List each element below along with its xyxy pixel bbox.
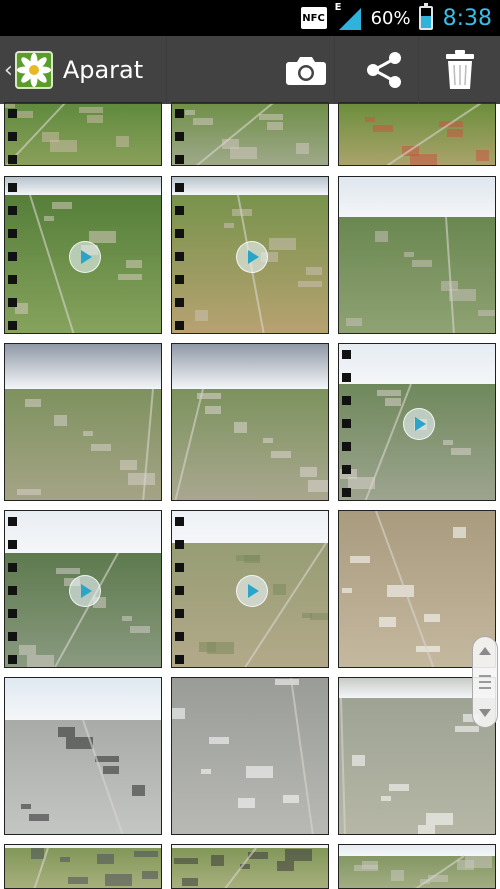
fast-scroll-handle[interactable] (472, 636, 498, 728)
photo-thumbnail[interactable] (338, 844, 496, 889)
video-thumbnail[interactable] (171, 176, 329, 334)
battery-icon (418, 3, 433, 30)
photo-thumbnail[interactable] (338, 176, 496, 334)
photo-thumbnail[interactable] (338, 102, 496, 166)
video-thumbnail[interactable] (171, 510, 329, 668)
status-bar: NFC E 60% 8:38 (0, 0, 500, 36)
video-thumbnail[interactable] (338, 343, 496, 501)
video-thumbnail[interactable] (171, 102, 329, 166)
photo-thumbnail[interactable] (4, 844, 162, 889)
divider (166, 36, 167, 104)
battery-percent: 60% (370, 7, 411, 29)
photo-thumbnail[interactable] (171, 677, 329, 835)
play-icon (236, 575, 268, 607)
delete-button[interactable] (420, 36, 500, 104)
play-icon (69, 575, 101, 607)
photo-thumbnail[interactable] (4, 677, 162, 835)
play-icon (236, 241, 268, 273)
arrow-down-icon (479, 709, 491, 717)
share-icon (367, 52, 401, 88)
film-strip-icon (175, 511, 185, 667)
share-button[interactable] (344, 36, 424, 104)
photo-thumbnail[interactable] (4, 343, 162, 501)
thumbnail-grid (0, 0, 500, 889)
play-icon (69, 241, 101, 273)
video-thumbnail[interactable] (4, 102, 162, 166)
grip-icon (479, 675, 491, 693)
camera-icon (286, 57, 326, 85)
page-title: Aparat (62, 56, 144, 84)
video-thumbnail[interactable] (4, 510, 162, 668)
play-icon (403, 408, 435, 440)
clock: 8:38 (442, 5, 492, 31)
signal-icon: E (334, 2, 363, 32)
camera-button[interactable] (266, 36, 346, 104)
arrow-up-icon (479, 647, 491, 655)
film-strip-icon (342, 344, 352, 500)
photo-thumbnail[interactable] (171, 343, 329, 501)
video-thumbnail[interactable] (4, 176, 162, 334)
trash-icon (446, 50, 474, 89)
film-strip-icon (8, 177, 18, 333)
film-strip-icon (8, 511, 18, 667)
camera-app-icon (14, 51, 53, 89)
nfc-icon: NFC (300, 7, 327, 29)
action-bar: ‹ Aparat (0, 36, 500, 104)
film-strip-icon (8, 103, 18, 165)
up-navigation-button[interactable]: ‹ Aparat (0, 36, 166, 104)
photo-thumbnail[interactable] (171, 844, 329, 889)
chevron-left-icon: ‹ (4, 57, 13, 83)
film-strip-icon (175, 177, 185, 333)
network-type: E (334, 2, 342, 13)
film-strip-icon (175, 103, 185, 165)
